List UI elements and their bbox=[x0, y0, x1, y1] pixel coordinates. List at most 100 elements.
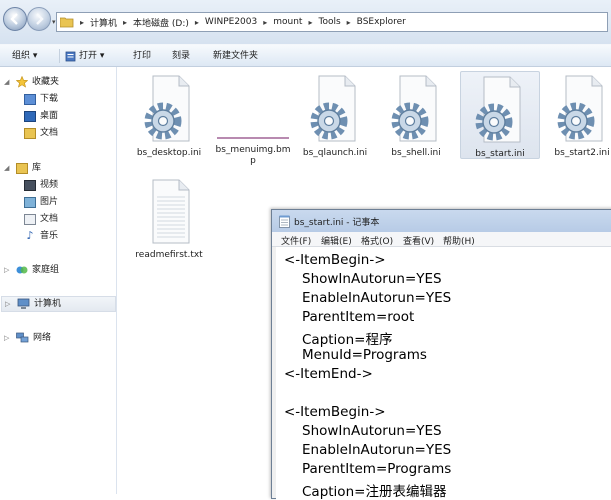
text-line: <-ItemEnd-> bbox=[284, 366, 373, 382]
bitmap-file-icon bbox=[213, 73, 293, 145]
file-item-selected[interactable]: bs_start.ini bbox=[460, 71, 540, 159]
text-line: ShowInAutorun=YES bbox=[302, 423, 442, 439]
text-line: ParentItem=Programs bbox=[302, 461, 452, 477]
nav-documents-label: 文档 bbox=[40, 214, 59, 224]
picture-library-icon bbox=[24, 196, 36, 208]
breadcrumb-separator: ▸ bbox=[346, 17, 351, 27]
navigation-pane: ◢ 收藏夹 下载 桌面 文档 ◢ 库 视频 图片 文档 ♪ 音乐 ▷ 家庭组 ▷… bbox=[0, 67, 117, 494]
text-line: EnableInAutorun=YES bbox=[302, 442, 452, 458]
text-line: <-ItemBegin-> bbox=[284, 252, 386, 268]
file-item[interactable]: bs_menuimg.bmp bbox=[213, 73, 293, 167]
breadcrumb-separator: ▸ bbox=[80, 17, 85, 27]
print-button[interactable]: 打印 bbox=[133, 45, 151, 67]
file-name: bs_shell.ini bbox=[391, 148, 441, 158]
file-name: bs_start2.ini bbox=[554, 148, 610, 158]
nav-recent-label: 文档 bbox=[40, 128, 59, 138]
library-icon bbox=[16, 162, 28, 174]
nav-videos[interactable]: 视频 bbox=[24, 177, 58, 193]
notepad-title: bs_start.ini - 记事本 bbox=[294, 218, 380, 228]
notepad-text-area[interactable]: <-ItemBegin-> ShowInAutorun=YES EnableIn… bbox=[276, 247, 611, 500]
breadcrumb-tools[interactable]: Tools bbox=[316, 17, 342, 27]
folder-icon bbox=[60, 17, 74, 28]
config-file-icon bbox=[391, 75, 437, 142]
file-item[interactable]: readmefirst.txt bbox=[129, 177, 209, 261]
breadcrumb-bsexplorer[interactable]: BSExplorer bbox=[355, 17, 408, 27]
notepad-window[interactable]: bs_start.ini - 记事本 文件(F) 编辑(E) 格式(O) 查看(… bbox=[271, 209, 611, 500]
collapse-arrow-icon[interactable]: ◢ bbox=[4, 74, 12, 90]
breadcrumb-separator: ▸ bbox=[308, 17, 313, 27]
menu-file[interactable]: 文件(F) bbox=[281, 234, 311, 247]
text-line: EnableInAutorun=YES bbox=[302, 290, 452, 306]
breadcrumb-separator: ▸ bbox=[123, 17, 128, 27]
text-file-icon bbox=[152, 179, 190, 244]
config-file-icon bbox=[557, 75, 603, 142]
file-item[interactable]: bs_qlaunch.ini bbox=[295, 73, 375, 159]
expand-arrow-icon[interactable]: ▷ bbox=[5, 296, 13, 312]
config-file-icon bbox=[475, 76, 521, 143]
breadcrumb-drive-d[interactable]: 本地磁盘 (D:) bbox=[131, 16, 191, 29]
menu-format[interactable]: 格式(O) bbox=[361, 234, 393, 247]
burn-button[interactable]: 刻录 bbox=[172, 45, 190, 67]
nav-downloads-label: 下载 bbox=[40, 94, 59, 104]
forward-button[interactable] bbox=[27, 7, 51, 31]
nav-documents[interactable]: 文档 bbox=[24, 211, 58, 227]
command-bar: 组织 ▾ 打开 ▾ 打印 刻录 新建文件夹 bbox=[0, 44, 611, 67]
notepad-title-bar[interactable]: bs_start.ini - 记事本 bbox=[272, 210, 611, 232]
new-folder-button[interactable]: 新建文件夹 bbox=[213, 45, 258, 67]
file-name: bs_start.ini bbox=[475, 149, 525, 159]
document-library-icon bbox=[24, 213, 36, 225]
nav-recent-places[interactable]: 文档 bbox=[24, 125, 58, 141]
nav-network-label: 网络 bbox=[33, 333, 52, 343]
breadcrumb-winpe2003[interactable]: WINPE2003 bbox=[203, 17, 259, 27]
recent-places-icon bbox=[24, 127, 36, 139]
nav-libraries[interactable]: ◢ 库 bbox=[4, 160, 41, 176]
file-item[interactable]: bs_shell.ini bbox=[376, 73, 456, 159]
text-line: Caption=程序 bbox=[302, 332, 393, 348]
nav-music-label: 音乐 bbox=[40, 231, 59, 241]
nav-homegroup[interactable]: ▷ 家庭组 bbox=[4, 262, 59, 278]
config-file-icon bbox=[310, 75, 356, 142]
breadcrumb: ▸ 计算机 ▸ 本地磁盘 (D:) ▸ WINPE2003 ▸ mount ▸ … bbox=[57, 13, 408, 31]
text-line: MenuId=Programs bbox=[302, 347, 427, 363]
file-name: bs_menuimg.bmp bbox=[215, 145, 291, 166]
file-name: bs_desktop.ini bbox=[136, 148, 202, 158]
text-line: ShowInAutorun=YES bbox=[302, 271, 442, 287]
back-arrow-icon bbox=[10, 13, 18, 25]
organize-button[interactable]: 组织 ▾ bbox=[12, 45, 37, 67]
nav-favorites[interactable]: ◢ 收藏夹 bbox=[4, 74, 59, 90]
nav-downloads[interactable]: 下载 bbox=[24, 91, 58, 107]
menu-edit[interactable]: 编辑(E) bbox=[321, 234, 352, 247]
file-name: bs_qlaunch.ini bbox=[302, 148, 368, 158]
nav-pictures[interactable]: 图片 bbox=[24, 194, 58, 210]
nav-computer[interactable]: ▷ 计算机 bbox=[1, 296, 116, 312]
notepad-menu-bar: 文件(F) 编辑(E) 格式(O) 查看(V) 帮助(H) bbox=[272, 232, 611, 247]
open-button-label: 打开 ▾ bbox=[79, 51, 105, 61]
nav-network[interactable]: ▷ 网络 bbox=[4, 330, 51, 346]
text-line: Caption=注册表编辑器 bbox=[302, 484, 447, 500]
expand-arrow-icon[interactable]: ▷ bbox=[4, 262, 12, 278]
breadcrumb-separator: ▸ bbox=[263, 17, 268, 27]
video-library-icon bbox=[24, 179, 36, 191]
nav-music[interactable]: ♪ 音乐 bbox=[24, 228, 58, 244]
address-box[interactable]: ▸ 计算机 ▸ 本地磁盘 (D:) ▸ WINPE2003 ▸ mount ▸ … bbox=[56, 12, 608, 32]
star-icon bbox=[16, 76, 28, 88]
collapse-arrow-icon[interactable]: ◢ bbox=[4, 160, 12, 176]
nav-desktop[interactable]: 桌面 bbox=[24, 108, 58, 124]
desktop-icon bbox=[24, 110, 36, 122]
expand-arrow-icon[interactable]: ▷ bbox=[4, 330, 12, 346]
homegroup-icon bbox=[16, 266, 28, 274]
file-item[interactable]: bs_start2.ini bbox=[542, 73, 611, 159]
text-line: <-ItemBegin-> bbox=[284, 404, 386, 420]
config-file-icon bbox=[144, 75, 190, 142]
menu-help[interactable]: 帮助(H) bbox=[443, 234, 475, 247]
breadcrumb-mount[interactable]: mount bbox=[271, 17, 304, 27]
file-item[interactable]: bs_desktop.ini bbox=[129, 73, 209, 159]
nav-computer-label: 计算机 bbox=[34, 299, 62, 309]
back-button[interactable] bbox=[3, 7, 27, 31]
breadcrumb-computer[interactable]: 计算机 bbox=[88, 16, 119, 29]
open-button[interactable]: 打开 ▾ bbox=[65, 45, 104, 67]
text-line: ParentItem=root bbox=[302, 309, 415, 325]
nav-videos-label: 视频 bbox=[40, 180, 59, 190]
network-icon bbox=[16, 332, 29, 343]
menu-view[interactable]: 查看(V) bbox=[403, 234, 434, 247]
